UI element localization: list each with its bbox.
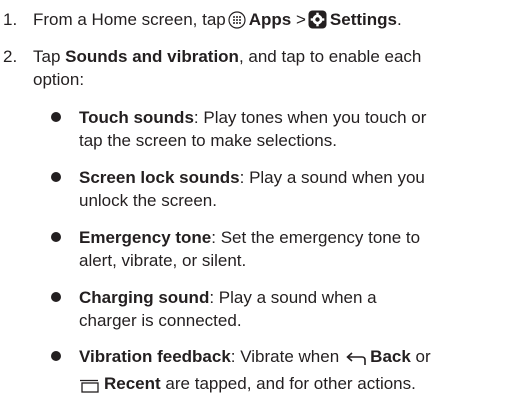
apps-grid-icon — [228, 11, 246, 35]
bullet-dot — [51, 112, 61, 122]
path-separator: > — [295, 10, 306, 29]
option-line2: tap the screen to make selections. — [79, 131, 337, 150]
option-line2: alert, vibrate, or silent. — [79, 251, 247, 270]
option-line1-end: or — [415, 347, 431, 366]
step-text: From a Home screen, tap Apps > Settings. — [33, 8, 515, 35]
recent-label: Recent — [104, 374, 161, 393]
option-text: Vibration feedback: Vibrate when Back or R… — [79, 345, 515, 399]
step-line1-rest: , and tap to enable each — [238, 47, 422, 66]
option-line2: unlock the screen. — [79, 191, 217, 210]
option-text: Screen lock sounds: Play a sound when yo… — [79, 166, 515, 212]
option-text: Touch sounds: Play tones when you touch … — [79, 106, 515, 152]
step-prefix: Tap — [33, 47, 61, 66]
settings-label: Settings — [329, 10, 397, 29]
bullet-dot — [51, 351, 61, 361]
bullet-dot — [51, 232, 61, 242]
option-text: Charging sound: Play a sound when a charg… — [79, 286, 515, 332]
option-line1: : Set the emergency tone to — [211, 228, 421, 247]
option-line1: : Play a sound when a — [209, 288, 377, 307]
option-line2-end: are tapped, and for other actions. — [165, 374, 416, 393]
bullet-dot — [51, 292, 61, 302]
option-term: Emergency tone — [79, 228, 212, 247]
option-term: Screen lock sounds — [79, 168, 240, 187]
settings-gear-icon — [308, 10, 327, 35]
step-text: Tap Sounds and vibration, and tap to ena… — [33, 45, 515, 91]
option-line1: : Play tones when you touch or — [193, 108, 427, 127]
option-line2: charger is connected. — [79, 311, 242, 330]
recent-apps-icon — [79, 376, 99, 399]
back-arrow-icon — [345, 349, 366, 372]
step-suffix: . — [396, 10, 402, 29]
option-term: Vibration feedback — [79, 347, 231, 366]
step-bold-term: Sounds and vibration — [65, 47, 239, 66]
option-term: Charging sound — [79, 288, 210, 307]
option-line1: : Play a sound when you — [239, 168, 425, 187]
step-line2: option: — [33, 70, 85, 89]
apps-label: Apps — [248, 10, 292, 29]
option-text: Emergency tone: Set the emergency tone t… — [79, 226, 515, 272]
bullet-dot — [51, 172, 61, 182]
step-prefix: From a Home screen, tap — [33, 10, 226, 29]
option-term: Touch sounds — [79, 108, 194, 127]
back-label: Back — [370, 347, 411, 366]
step-number: 2. — [3, 47, 18, 66]
option-line1: : Vibrate when — [230, 347, 340, 366]
step-number: 1. — [3, 10, 18, 29]
